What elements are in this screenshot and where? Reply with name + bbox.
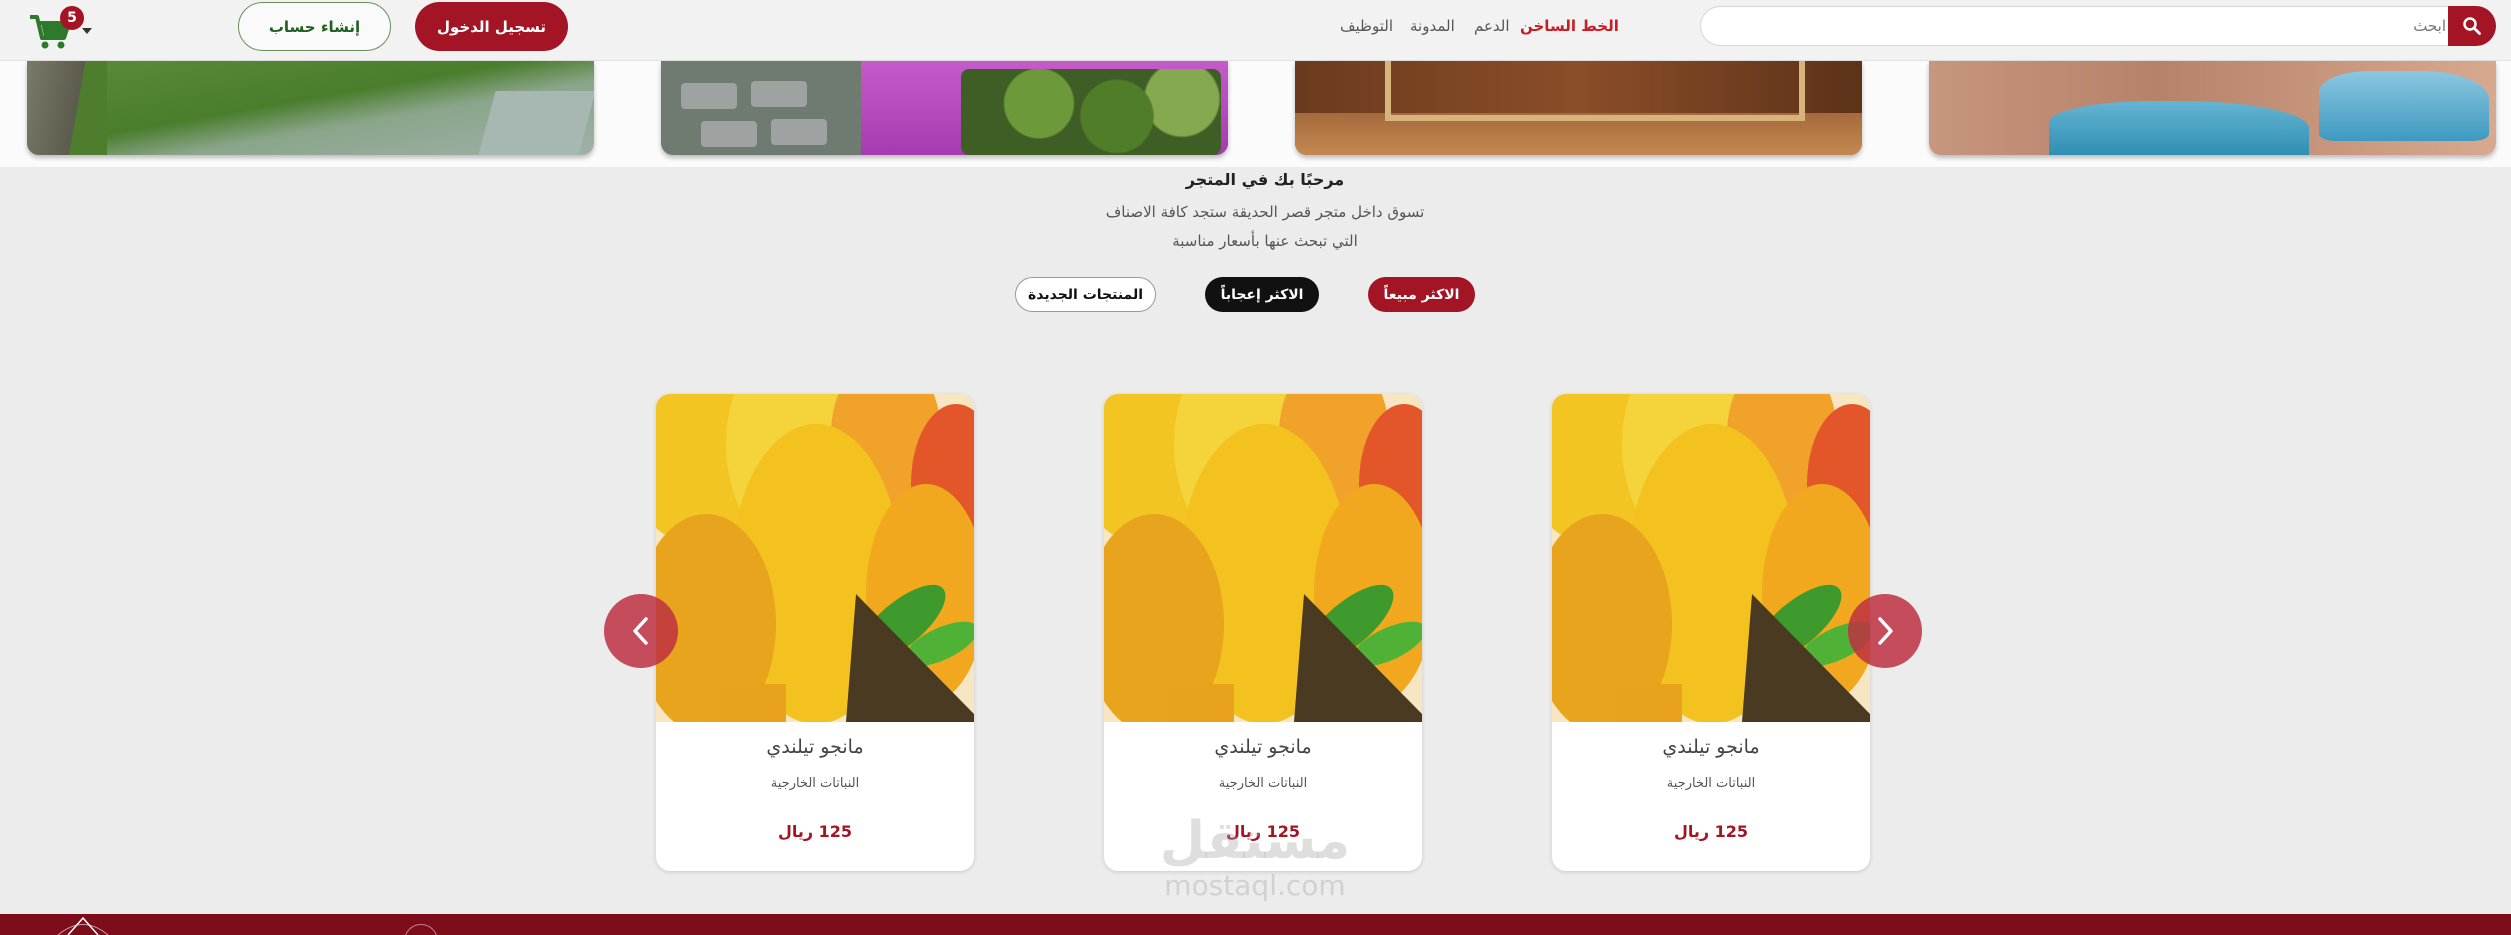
chevron-right-icon [1878,617,1893,645]
welcome-title: مرحبًا بك في المتجر [1185,170,1345,189]
banner-planters[interactable] [661,61,1228,155]
tab-new-products[interactable]: المنتجات الجديدة [1015,277,1156,312]
search-input[interactable] [1700,6,2460,46]
product-name[interactable]: مانجو تيلندي [656,736,974,758]
product-image [1104,394,1422,722]
footer [0,914,2511,935]
watermark-arabic: مستقل [1159,811,1351,871]
product-price: 125 ريال [1673,822,1749,841]
product-image [656,394,974,722]
chevron-down-icon[interactable] [82,28,92,34]
cart-count-badge: 5 [60,6,84,30]
nav-link-support[interactable]: الدعم [1474,14,1510,38]
banner-image [1385,61,1805,121]
banner-image [27,61,107,155]
login-button[interactable]: تسجيل الدخول [415,2,568,51]
product-price: 125 ريال [777,822,853,841]
banner-water-features[interactable] [1929,61,2496,155]
product-category: النباتات الخارجية [1218,776,1308,791]
top-header: 5 إنشاء حساب تسجيل الدخول التوظيف المدون… [0,0,2511,61]
product-category: النباتات الخارجية [770,776,860,791]
banner-wood-decor[interactable] [1295,61,1862,155]
chevron-left-icon [633,617,648,645]
product-name[interactable]: مانجو تيلندي [1104,736,1422,758]
nav-link-hotline[interactable]: الخط الساخن [1520,14,1619,38]
watermark-latin: mostaql.com [1164,869,1346,902]
product-card[interactable]: مانجو تيلندي النباتات الخارجية 125 ريال [1552,394,1870,871]
signup-button[interactable]: إنشاء حساب [238,2,391,51]
welcome-description: تسوق داخل متجر قصر الحديقة ستجد كافة الا… [1105,203,1425,221]
product-image [1552,394,1870,722]
search-button[interactable] [2448,6,2496,46]
carousel-next-button[interactable] [1848,594,1922,668]
banner-image [2319,71,2489,141]
watermark: مستقل mostaql.com [1130,812,1380,912]
carousel-prev-button[interactable] [604,594,678,668]
banner-image [961,69,1221,155]
nav-link-blog[interactable]: المدونة [1410,14,1455,38]
tab-best-selling[interactable]: الاكثر مبيعاً [1368,277,1475,312]
tab-most-liked[interactable]: الاكثر إعجاباً [1205,277,1319,312]
nav-link-jobs[interactable]: التوظيف [1340,14,1393,38]
category-banner-strip [0,61,2511,167]
product-category: النباتات الخارجية [1666,776,1756,791]
product-name[interactable]: مانجو تيلندي [1552,736,1870,758]
product-card[interactable]: مانجو تيلندي النباتات الخارجية 125 ريال [656,394,974,871]
banner-artificial-grass[interactable] [27,61,594,155]
search-icon [2463,17,2481,35]
logo-icon [57,916,109,935]
footer-icon [404,924,438,935]
product-card[interactable]: مانجو تيلندي النباتات الخارجية 125 ريال [1104,394,1422,871]
search-bar [1700,6,2496,46]
welcome-description: التي تبحث عنها بأسعار مناسبة [1172,232,1358,250]
cart-button[interactable]: 5 [28,6,92,50]
